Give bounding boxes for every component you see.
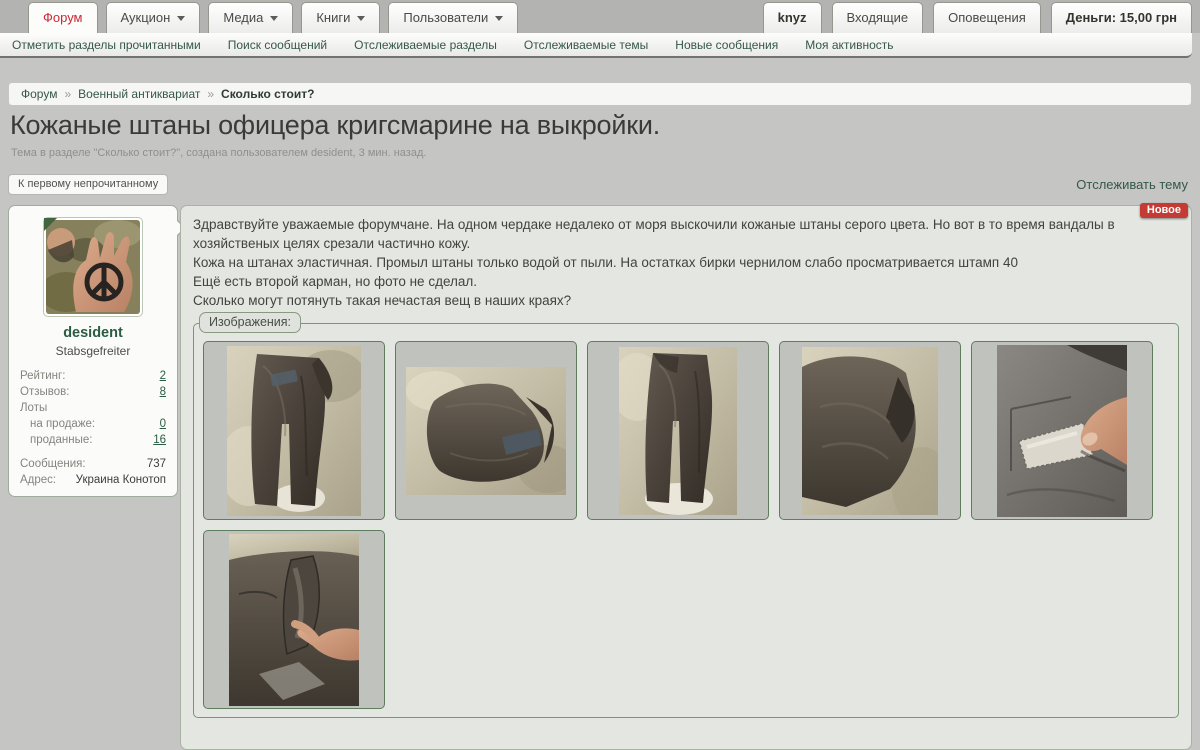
author-user-title: Stabsgefreiter [9,344,177,358]
attachment-thumbnail-1[interactable] [203,341,385,520]
online-indicator-icon [44,218,57,231]
stat-sold-value[interactable]: 16 [153,434,166,446]
stat-lots-selling: на продаже: 0 [9,416,177,432]
tab-users[interactable]: Пользователи [388,2,518,33]
tab-inbox[interactable]: Входящие [832,2,924,33]
tab-money-balance[interactable]: Деньги: 15,00 грн [1051,2,1192,33]
tab-auction-label: Аукцион [121,10,171,25]
attachments-legend: Изображения: [199,312,301,333]
nav-watched-forums[interactable]: Отслеживаемые разделы [354,38,497,52]
site-tabs: Форум Аукцион Медиа Книги Пользователи [28,2,518,33]
breadcrumb-military-antiques[interactable]: Военный антиквариат [78,87,200,101]
watch-topic-link[interactable]: Отслеживать тему [1076,177,1188,192]
photo-pants-closeup [802,347,938,515]
nav-new-posts[interactable]: Новые сообщения [675,38,778,52]
post-text-line: Кожа на штанах эластичная. Промыл штаны … [193,253,1179,272]
stat-label: проданные: [30,434,92,446]
author-card: desident Stabsgefreiter Рейтинг: 2 Отзыв… [8,205,178,497]
photo-label-patch-finger [997,345,1127,517]
breadcrumb-separator: » [207,87,214,101]
nav-mark-read[interactable]: Отметить разделы прочитанными [12,38,201,52]
stat-address: Адрес: Украина Конотоп [9,472,177,488]
stat-address-value: Украина Конотоп [76,474,166,486]
attachment-thumbnail-2[interactable] [395,341,577,520]
stat-label: на продаже: [30,418,95,430]
photo-pants-front [619,347,737,515]
nav-search-posts[interactable]: Поиск сообщений [228,38,327,52]
breadcrumb-separator: » [64,87,71,101]
photo-pants-fly-hand [229,534,359,706]
photo-pants-laid-flat [227,346,361,516]
attachment-thumbnail-5[interactable] [971,341,1153,520]
stat-lots-sold: проданные: 16 [9,432,177,448]
stat-feedback-value[interactable]: 8 [160,386,166,398]
attachment-thumbnail-4[interactable] [779,341,961,520]
tab-auction[interactable]: Аукцион [106,2,201,33]
breadcrumb: Форум » Военный антиквариат » Сколько ст… [8,82,1192,106]
stat-lots-group: Лоты [9,400,177,416]
stat-feedback: Отзывов: 8 [9,384,177,400]
stat-messages-value: 737 [147,458,166,470]
money-balance-label: Деньги: 15,00 грн [1066,10,1177,25]
account-tabs: knyz Входящие Оповещения Деньги: 15,00 г… [763,2,1192,33]
account-username-label: knyz [778,10,807,25]
stat-label: Отзывов: [20,386,69,398]
tab-alerts[interactable]: Оповещения [933,2,1041,33]
page-title: Кожаные штаны офицера кригсмарине на вык… [10,110,660,141]
post: desident Stabsgefreiter Рейтинг: 2 Отзыв… [8,205,1192,721]
post-text-line: Здравствуйте уважаемые форумчане. На одн… [193,215,1179,253]
post-text-line: Сколько могут потянуть такая нечастая ве… [193,291,1179,310]
stat-label: Лоты [20,402,47,414]
attachment-thumbnail-3[interactable] [587,341,769,520]
post-message: Новое Здравствуйте уважаемые форумчане. … [180,205,1192,750]
stat-rating: Рейтинг: 2 [9,368,177,384]
attachment-list [203,341,1169,709]
stat-selling-value[interactable]: 0 [160,418,166,430]
post-text-line: Ещё есть второй карман, но фото не сдела… [193,272,1179,291]
first-unread-button[interactable]: К первому непрочитанному [8,174,168,195]
tab-books-label: Книги [316,10,350,25]
thread-subtitle: Тема в разделе "Сколько стоит?", создана… [11,147,426,159]
breadcrumb-current[interactable]: Сколько стоит? [221,87,314,101]
tab-users-label: Пользователи [403,10,488,25]
tab-media-label: Медиа [223,10,263,25]
nav-watched-threads[interactable]: Отслеживаемые темы [524,38,648,52]
avatar-photo [46,220,140,314]
header-strip: Форум Аукцион Медиа Книги Пользователи k… [0,0,1200,33]
author-username[interactable]: desident [9,325,177,341]
tab-media[interactable]: Медиа [208,2,293,33]
photo-pants-folded [406,367,566,495]
attachment-thumbnail-6[interactable] [203,530,385,709]
inbox-label: Входящие [847,10,909,25]
tab-account-username[interactable]: knyz [763,2,822,33]
attachments-fieldset: Изображения: [193,323,1179,718]
forum-toolbar: Отметить разделы прочитанными Поиск сооб… [0,33,1192,58]
tab-forum[interactable]: Форум [28,2,98,33]
nav-my-activity[interactable]: Моя активность [805,38,893,52]
breadcrumb-forum[interactable]: Форум [21,87,57,101]
avatar[interactable] [43,217,143,317]
chevron-down-icon [357,16,365,21]
new-post-badge[interactable]: Новое [1140,203,1188,218]
stat-label: Сообщения: [20,458,86,470]
stat-label: Адрес: [20,474,56,486]
alerts-label: Оповещения [948,10,1026,25]
stat-rating-value[interactable]: 2 [160,370,166,382]
tab-books[interactable]: Книги [301,2,380,33]
stat-messages: Сообщения: 737 [9,456,177,472]
chevron-down-icon [495,16,503,21]
stat-label: Рейтинг: [20,370,65,382]
chevron-down-icon [177,16,185,21]
author-stats: Рейтинг: 2 Отзывов: 8 Лоты на продаже: 0… [9,368,177,488]
tab-forum-label: Форум [43,10,83,25]
chevron-down-icon [270,16,278,21]
